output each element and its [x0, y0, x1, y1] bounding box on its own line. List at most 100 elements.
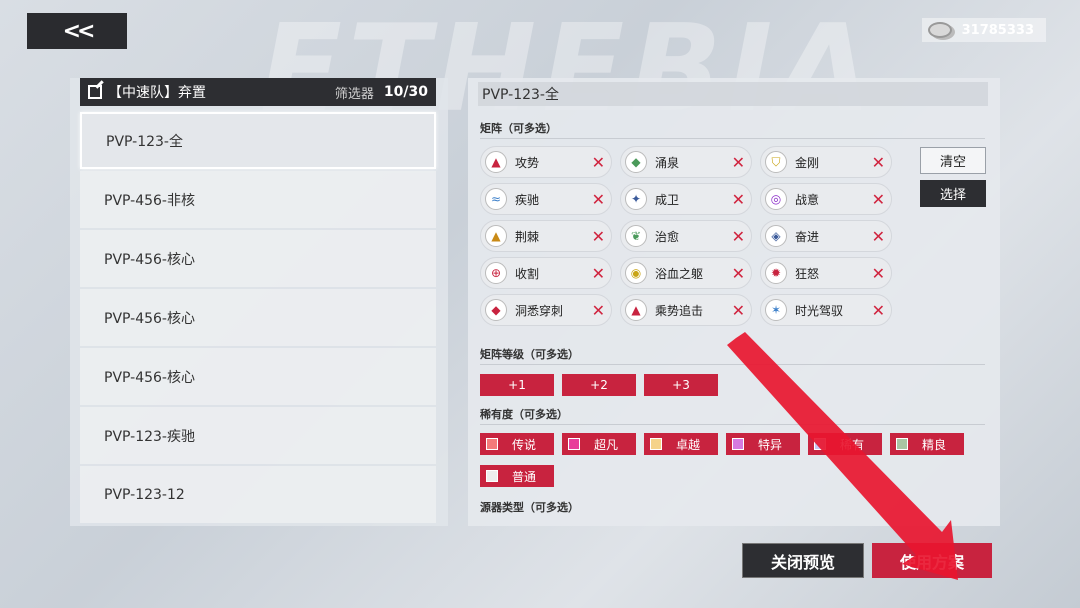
rarity-chip[interactable]: 稀有 — [808, 433, 882, 455]
pierce-icon: ◆ — [485, 299, 507, 321]
plan-item[interactable]: PVP-456-核心 — [80, 230, 436, 287]
matrix-chip[interactable]: ▲ 荆棘 ✕ — [480, 220, 612, 252]
matrix-chip[interactable]: ≈ 疾驰 ✕ — [480, 183, 612, 215]
plan-item[interactable]: PVP-123-全 — [80, 112, 436, 169]
time-icon: ✶ — [765, 299, 787, 321]
matrix-chip-label: 狂怒 — [795, 266, 820, 281]
currency-amount: 31785333 — [961, 22, 1034, 38]
matrix-chip-label: 疾驰 — [515, 192, 540, 207]
plan-item[interactable]: PVP-123-疾驰 — [80, 407, 436, 464]
matrix-chip-label: 战意 — [795, 192, 820, 207]
advance-icon: ◈ — [765, 225, 787, 247]
remove-icon[interactable]: ✕ — [872, 301, 885, 320]
plan-item[interactable]: PVP-456-核心 — [80, 348, 436, 405]
remove-icon[interactable]: ✕ — [872, 227, 885, 246]
fighting-spirit-icon: ◎ — [765, 188, 787, 210]
remove-icon[interactable]: ✕ — [872, 264, 885, 283]
gallop-icon: ≈ — [485, 188, 507, 210]
double-chevron-left-icon: << — [62, 18, 96, 44]
matrix-chip[interactable]: ◎ 战意 ✕ — [760, 183, 892, 215]
matrix-chip[interactable]: ▲ 乘势追击 ✕ — [620, 294, 752, 326]
remove-icon[interactable]: ✕ — [592, 190, 605, 209]
matrix-chip[interactable]: ◉ 浴血之躯 ✕ — [620, 257, 752, 289]
level-chip[interactable]: +3 — [644, 374, 718, 396]
rarity-color-swatch — [486, 438, 498, 450]
thorns-icon: ▲ — [485, 225, 507, 247]
matrix-chip[interactable]: ⊕ 收割 ✕ — [480, 257, 612, 289]
rarity-chip[interactable]: 特异 — [726, 433, 800, 455]
plan-list-header: 【中速队】弃置 筛选器 10/30 — [80, 78, 436, 106]
remove-icon[interactable]: ✕ — [872, 190, 885, 209]
team-title: 【中速队】弃置 — [108, 85, 206, 101]
remove-icon[interactable]: ✕ — [872, 153, 885, 172]
remove-icon[interactable]: ✕ — [732, 190, 745, 209]
divider — [480, 138, 985, 139]
matrix-chip-label: 乘势追击 — [655, 303, 704, 318]
rarity-color-swatch — [568, 438, 580, 450]
use-plan-button[interactable]: 使用方案 — [872, 543, 992, 578]
close-preview-button[interactable]: 关闭预览 — [742, 543, 864, 578]
rarity-label: 普通 — [512, 469, 537, 484]
remove-icon[interactable]: ✕ — [732, 153, 745, 172]
level-options: +1 +2 +3 — [480, 374, 718, 396]
plan-item[interactable]: PVP-456-核心 — [80, 289, 436, 346]
divider — [480, 424, 985, 425]
remove-icon[interactable]: ✕ — [592, 153, 605, 172]
edit-icon[interactable] — [88, 85, 102, 99]
rage-icon: ✹ — [765, 262, 787, 284]
rarity-color-swatch — [650, 438, 662, 450]
currency-display: 31785333 — [921, 18, 1046, 42]
matrix-chip-label: 治愈 — [655, 229, 680, 244]
matrix-chip-label: 金刚 — [795, 155, 820, 170]
clear-button[interactable]: 清空 — [920, 147, 986, 174]
matrix-chip-label: 成卫 — [655, 192, 680, 207]
back-button[interactable]: << — [27, 13, 127, 49]
matrix-chip-label: 荆棘 — [515, 229, 540, 244]
rarity-label: 传说 — [512, 437, 537, 452]
harvest-icon: ⊕ — [485, 262, 507, 284]
rarity-label: 精良 — [922, 437, 947, 452]
matrix-chip[interactable]: ✶ 时光驾驭 ✕ — [760, 294, 892, 326]
matrix-chip-label: 洞悉穿刺 — [515, 303, 564, 318]
matrix-chip-label: 收割 — [515, 266, 540, 281]
remove-icon[interactable]: ✕ — [592, 227, 605, 246]
plan-title: PVP-123-全 — [478, 82, 988, 106]
matrix-chip-label: 奋进 — [795, 229, 820, 244]
matrix-chip-label: 时光驾驭 — [795, 303, 844, 318]
level-chip[interactable]: +2 — [562, 374, 636, 396]
remove-icon[interactable]: ✕ — [592, 264, 605, 283]
matrix-chip[interactable]: ◈ 奋进 ✕ — [760, 220, 892, 252]
rarity-label: 特异 — [758, 437, 783, 452]
matrix-chip[interactable]: ▲ 攻势 ✕ — [480, 146, 612, 178]
matrix-chip-label: 涌泉 — [655, 155, 680, 170]
rarity-chip[interactable]: 普通 — [480, 465, 554, 487]
matrix-chip[interactable]: ✹ 狂怒 ✕ — [760, 257, 892, 289]
rarity-label: 超凡 — [594, 437, 619, 452]
matrix-chip[interactable]: ◆ 洞悉穿刺 ✕ — [480, 294, 612, 326]
remove-icon[interactable]: ✕ — [732, 227, 745, 246]
rarity-chip[interactable]: 传说 — [480, 433, 554, 455]
plan-item[interactable]: PVP-123-12 — [80, 466, 436, 523]
matrix-grid: ▲ 攻势 ✕ ◆ 涌泉 ✕ ⛉ 金刚 ✕ ≈ 疾驰 ✕ ✦ 成卫 ✕ ◎ 战意 ✕ ▲ 荆棘 ✕ ❦ 治愈 ✕ ◈ 奋进 ✕ ⊕ 收割 ✕… — [480, 146, 900, 326]
remove-icon[interactable]: ✕ — [732, 301, 745, 320]
select-button[interactable]: 选择 — [920, 180, 986, 207]
remove-icon[interactable]: ✕ — [592, 301, 605, 320]
level-chip[interactable]: +1 — [480, 374, 554, 396]
remove-icon[interactable]: ✕ — [732, 264, 745, 283]
plan-list: PVP-123-全 PVP-456-非核 PVP-456-核心 PVP-456-核心 P… — [80, 112, 436, 525]
rarity-options: 传说 超凡 卓越 特异 稀有 精良普通 — [480, 433, 980, 487]
matrix-chip[interactable]: ❦ 治愈 ✕ — [620, 220, 752, 252]
matrix-chip[interactable]: ◆ 涌泉 ✕ — [620, 146, 752, 178]
plan-item[interactable]: PVP-456-非核 — [80, 171, 436, 228]
matrix-chip[interactable]: ✦ 成卫 ✕ — [620, 183, 752, 215]
rarity-color-swatch — [732, 438, 744, 450]
rarity-chip[interactable]: 精良 — [890, 433, 964, 455]
matrix-section-label: 矩阵（可多选） — [480, 122, 557, 135]
rarity-label: 稀有 — [840, 437, 865, 452]
rarity-chip[interactable]: 超凡 — [562, 433, 636, 455]
matrix-chip[interactable]: ⛉ 金刚 ✕ — [760, 146, 892, 178]
rarity-chip[interactable]: 卓越 — [644, 433, 718, 455]
rarity-section-label: 稀有度（可多选） — [480, 408, 568, 421]
source-section-label: 源器类型（可多选） — [480, 501, 579, 514]
filter-count: 10/30 — [383, 84, 428, 100]
